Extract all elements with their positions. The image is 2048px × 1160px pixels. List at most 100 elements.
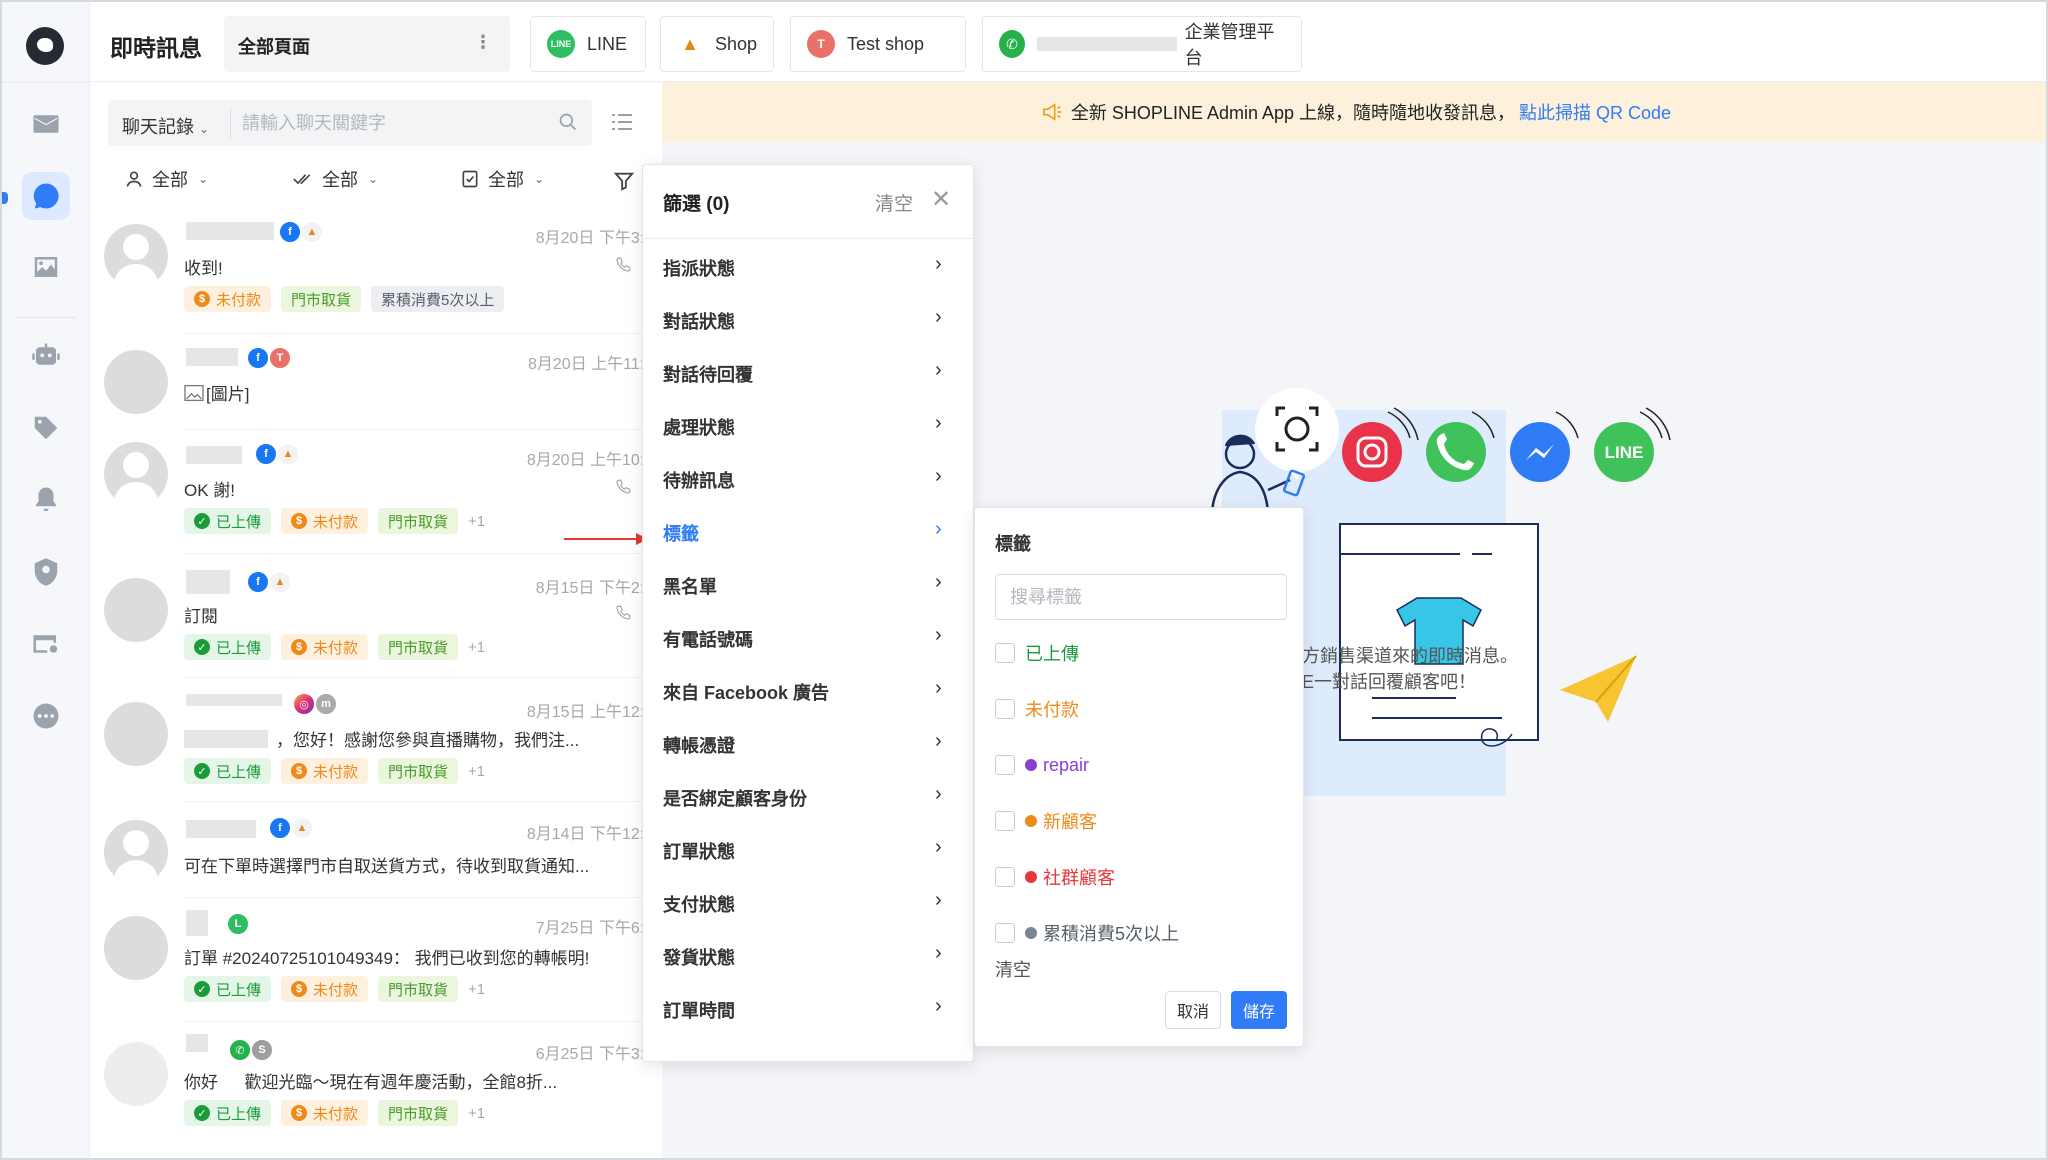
tag-option-social-customer[interactable]: 社群顧客 <box>995 865 1115 889</box>
instagram-icon: ◎ <box>292 692 316 716</box>
funnel-icon[interactable] <box>613 170 635 192</box>
filter-item-has-phone[interactable]: 有電話號碼 › <box>643 610 973 664</box>
avatar <box>104 442 168 506</box>
check-icon: ✓ <box>194 981 210 997</box>
filter-item-order-time[interactable]: 訂單時間 › <box>643 981 973 1035</box>
tag-option-unpaid[interactable]: 未付款 <box>995 697 1079 721</box>
channel-badges: f ▲ <box>246 570 292 594</box>
tag-unpaid: $ 未付款 <box>281 976 369 1002</box>
channel-tab-test-shop[interactable]: T Test shop <box>790 16 966 72</box>
filter-item-label: 處理狀態 <box>663 418 735 438</box>
task-filter[interactable]: 全部 ⌄ <box>460 166 544 192</box>
image-icon[interactable] <box>22 243 70 291</box>
empty-state-line-2: E一對話回覆顧客吧！ <box>1302 672 1477 692</box>
save-button[interactable]: 儲存 <box>1231 991 1287 1029</box>
checkbox[interactable] <box>995 923 1015 943</box>
tag-option-spend5[interactable]: 累積消費5次以上 <box>995 921 1179 945</box>
filter-item-transfer-proof[interactable]: 轉帳憑證 › <box>643 716 973 770</box>
filter-item-label: 轉帳憑證 <box>663 736 735 756</box>
kebab-icon[interactable]: ⋮ <box>474 32 492 53</box>
app-logo[interactable] <box>26 27 64 65</box>
tag-pickup: 門市取貨 <box>378 976 459 1002</box>
list-item[interactable]: f ▲ 8月14日 下午12:08 可在下單時選擇門市自取送貨方式，待收到取貨通… <box>90 802 662 898</box>
checkbox[interactable] <box>995 699 1015 719</box>
read-status-filter[interactable]: 全部 ⌄ <box>292 166 378 192</box>
chevron-right-icon: › <box>935 677 942 699</box>
more-tags-count[interactable]: +1 <box>468 1105 485 1122</box>
tag-filter-panel: 標籤 已上傳 未付款 repair 新顧客 社群顧客 累積消費5次 <box>974 507 1304 1047</box>
list-item[interactable]: f ▲ 8月20日 下午3:48 收到! $ 未付款 門市取貨 累積消費5次以上 <box>90 210 662 334</box>
channel-tab-line[interactable]: LINE LINE <box>530 16 646 72</box>
tag-uploaded: ✓ 已上傳 <box>184 976 272 1002</box>
tag-list: ✓ 已上傳 $ 未付款 門市取貨 +1 <box>184 976 485 1002</box>
channel-badges: L <box>226 912 250 936</box>
more-tags-count[interactable]: +1 <box>468 639 485 656</box>
list-view-icon[interactable] <box>610 110 634 134</box>
mail-icon[interactable] <box>22 100 70 148</box>
chat-icon[interactable] <box>22 172 70 220</box>
qr-code-link[interactable]: 點此掃描 QR Code <box>1519 99 1671 125</box>
tag-clear-button[interactable]: 清空 <box>995 956 1031 982</box>
tag-pickup: 門市取貨 <box>378 758 459 784</box>
channel-tab-enterprise[interactable]: ✆ 企業管理平台 <box>982 16 1302 72</box>
list-item[interactable]: ◎ m 8月15日 上午12:00 ，您好！感謝您參與直播購物，我們注... ✓… <box>90 678 662 802</box>
tag-label: 已上傳 <box>216 513 262 531</box>
cancel-button[interactable]: 取消 <box>1165 991 1221 1029</box>
filter-item-order-status[interactable]: 訂單狀態 › <box>643 822 973 876</box>
tag-search-input[interactable] <box>995 574 1287 620</box>
tag-label: 已上傳 <box>216 981 262 999</box>
card-settings-icon[interactable] <box>22 620 70 668</box>
list-item[interactable]: f ▲ 8月15日 下午2:50 訂閱 ✓ 已上傳 $ 未付款 門市取貨 +1 <box>90 554 662 678</box>
coin-icon: $ <box>194 291 210 307</box>
last-message: 收到! <box>184 259 223 278</box>
tag-icon[interactable] <box>22 404 70 452</box>
user-shield-icon[interactable] <box>22 548 70 596</box>
more-icon[interactable] <box>22 692 70 740</box>
coin-icon: $ <box>291 981 308 997</box>
tag-pickup: 門市取貨 <box>281 286 362 312</box>
chevron-down-icon: ⌄ <box>199 122 210 136</box>
tag-option-repair[interactable]: repair <box>995 753 1089 777</box>
more-tags-count[interactable]: +1 <box>468 513 485 530</box>
check-icon: ✓ <box>194 639 210 655</box>
filter-item-customer-bound[interactable]: 是否綁定顧客身份 › <box>643 769 973 823</box>
tag-option-new-customer[interactable]: 新顧客 <box>995 809 1097 833</box>
more-tags-count[interactable]: +1 <box>468 981 485 998</box>
search-bar: 聊天記錄 ⌄ <box>108 100 592 146</box>
checkbox[interactable] <box>995 867 1015 887</box>
filter-item-todo[interactable]: 待辦訊息 › <box>643 451 973 505</box>
bell-icon[interactable] <box>22 476 70 524</box>
checkbox[interactable] <box>995 755 1015 775</box>
tag-option-uploaded[interactable]: 已上傳 <box>995 641 1079 665</box>
double-check-icon <box>293 174 311 185</box>
filter-item-process-status[interactable]: 處理狀態 › <box>643 398 973 452</box>
more-tags-count[interactable]: +1 <box>468 763 485 780</box>
filter-item-facebook-ad[interactable]: 來自 Facebook 廣告 › <box>643 663 973 717</box>
assignee-filter[interactable]: 全部 ⌄ <box>124 166 208 192</box>
filter-item-pending-reply[interactable]: 對話待回覆 › <box>643 345 973 399</box>
tag-label: 已上傳 <box>216 639 262 657</box>
icon-rail <box>2 2 90 1158</box>
checkbox[interactable] <box>995 811 1015 831</box>
search-icon[interactable] <box>558 112 578 132</box>
list-item[interactable]: ✆ S 6月25日 下午3:01 你好 歡迎光臨～現在有週年慶活動，全館8折..… <box>90 1022 662 1146</box>
instagram-icon <box>1342 422 1402 482</box>
tag-list: ✓ 已上傳 $ 未付款 門市取貨 +1 <box>184 1100 485 1126</box>
filter-item-assign-status[interactable]: 指派狀態 › <box>643 239 973 293</box>
channel-tab-shop[interactable]: ▲ Shop <box>660 16 774 72</box>
tag-option-label: 新顧客 <box>1043 812 1097 832</box>
filter-clear-button[interactable]: 清空 <box>875 189 913 216</box>
close-icon[interactable]: ✕ <box>931 185 951 214</box>
list-item[interactable]: f T 8月20日 上午11:17 [圖片] <box>90 334 662 430</box>
checkbox[interactable] <box>995 643 1015 663</box>
bot-icon[interactable] <box>22 332 70 380</box>
search-scope-select[interactable]: 聊天記錄 ⌄ <box>122 113 209 139</box>
filter-item-payment-status[interactable]: 支付狀態 › <box>643 875 973 929</box>
filter-item-delivery-status[interactable]: 發貨狀態 › <box>643 928 973 982</box>
search-input[interactable] <box>242 105 542 141</box>
list-item[interactable]: L 7月25日 下午6:12 訂單 #20240725101049349： 我們… <box>90 898 662 1022</box>
filter-item-blacklist[interactable]: 黑名單 › <box>643 557 973 611</box>
filter-item-conversation-status[interactable]: 對話狀態 › <box>643 292 973 346</box>
page-select[interactable]: 全部頁面 ⋮ <box>224 16 510 72</box>
filter-item-tags[interactable]: 標籤 › <box>643 504 973 558</box>
